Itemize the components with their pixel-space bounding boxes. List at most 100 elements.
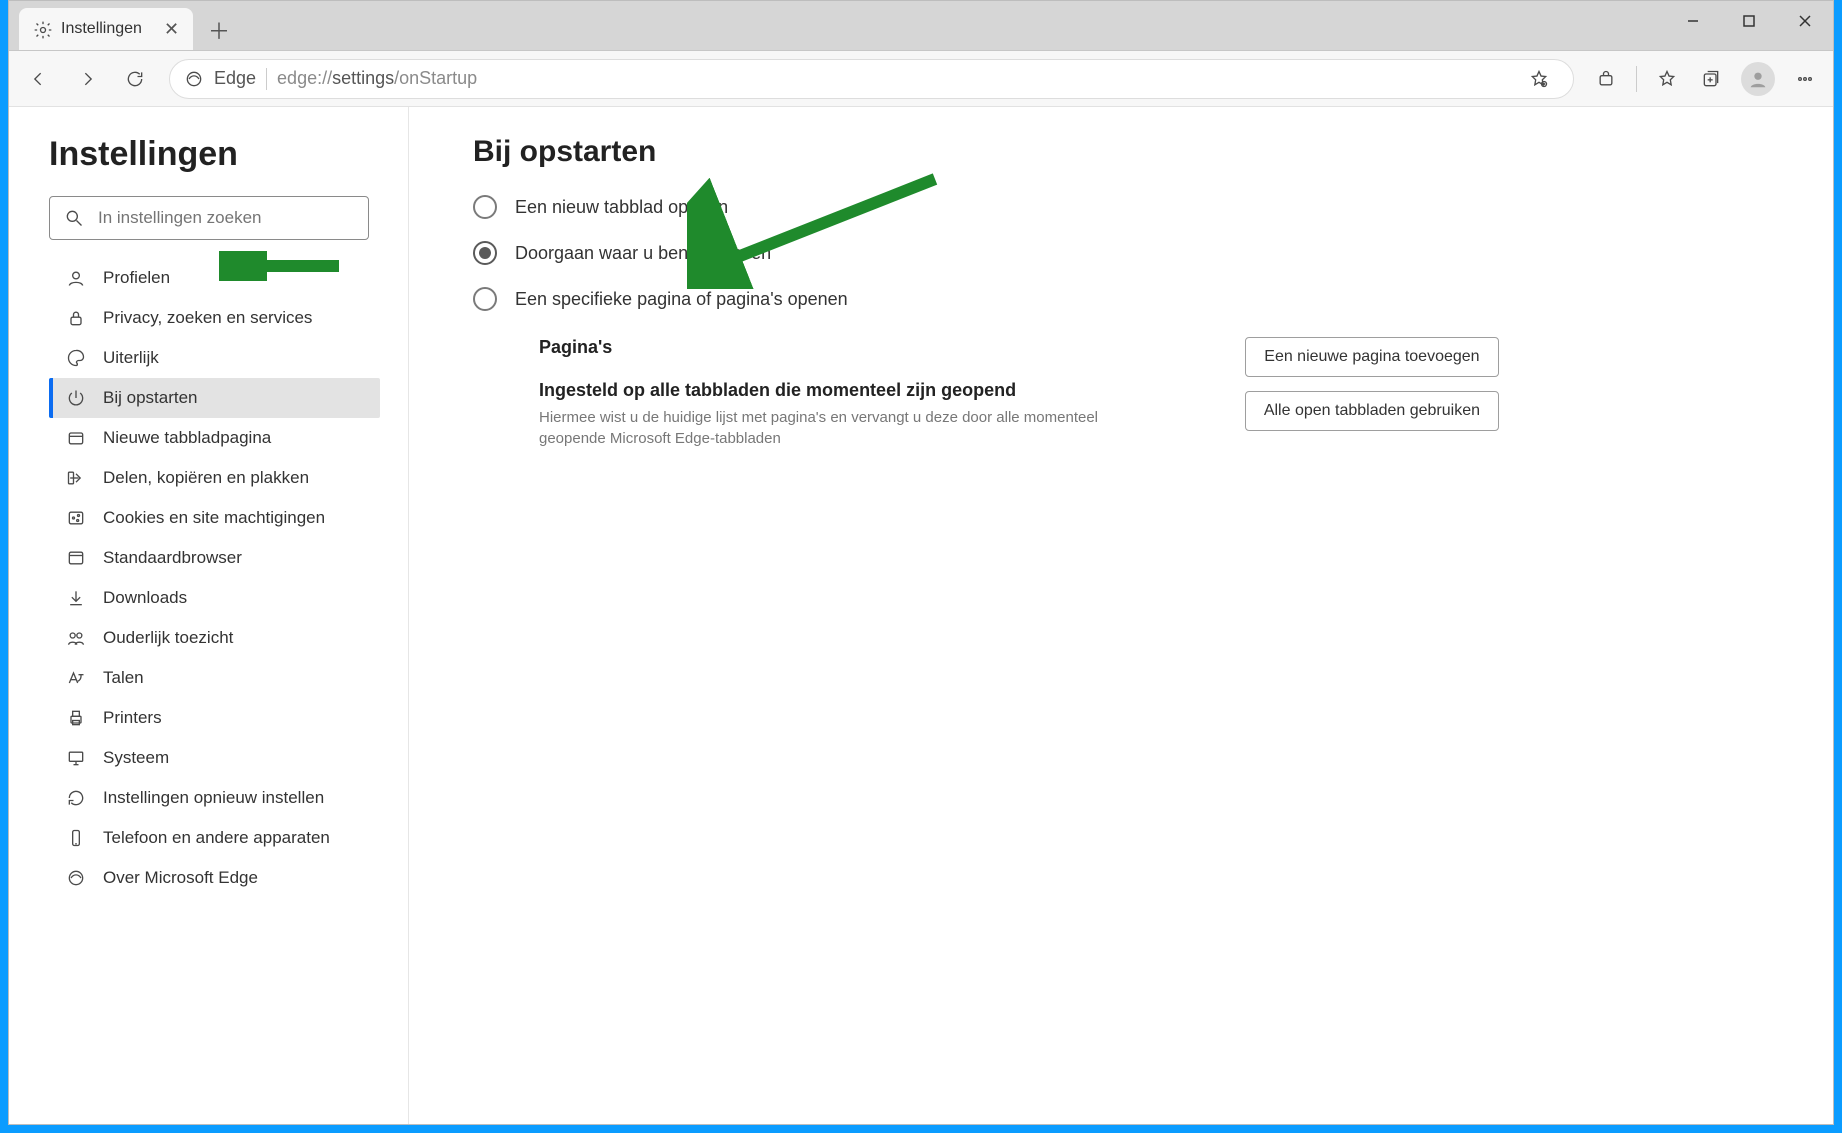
add-favorite-icon[interactable] [1519, 59, 1559, 99]
divider [1636, 66, 1637, 92]
settings-main: Bij opstarten Een nieuw tabblad openen D… [409, 107, 1833, 1124]
palette-icon [65, 347, 87, 369]
nav-item-new-tab[interactable]: Nieuwe tabbladpagina [49, 418, 380, 458]
lock-icon [65, 307, 87, 329]
search-icon [64, 208, 84, 228]
pages-heading: Pagina's [539, 337, 1205, 358]
nav-label: Standaardbrowser [103, 548, 242, 568]
tab-strip: Instellingen ✕ ＋ [9, 1, 1833, 51]
radio-label: Doorgaan waar u bent gebleven [515, 243, 771, 264]
share-icon [65, 467, 87, 489]
nav-item-cookies[interactable]: Cookies en site machtigingen [49, 498, 380, 538]
pages-subsection: Pagina's Ingesteld op alle tabbladen die… [539, 337, 1499, 449]
new-tab-button[interactable]: ＋ [199, 10, 239, 50]
power-icon [65, 387, 87, 409]
settings-sidebar: Instellingen Profielen Privacy, zoeken e… [9, 107, 409, 1124]
window-minimize-button[interactable] [1665, 1, 1721, 41]
divider [266, 68, 267, 90]
nav-label: Uiterlijk [103, 348, 159, 368]
tab-icon [65, 427, 87, 449]
nav-item-privacy[interactable]: Privacy, zoeken en services [49, 298, 380, 338]
address-bar[interactable]: Edge edge://settings/onStartup [169, 59, 1574, 99]
system-icon [65, 747, 87, 769]
nav-label: Bij opstarten [103, 388, 198, 408]
profile-avatar[interactable] [1741, 62, 1775, 96]
radio-icon [473, 195, 497, 219]
window-controls [1665, 1, 1833, 41]
all-tabs-title: Ingesteld op alle tabbladen die momentee… [539, 380, 1205, 401]
add-page-button[interactable]: Een nieuwe pagina toevoegen [1245, 337, 1499, 377]
nav-label: Ouderlijk toezicht [103, 628, 233, 648]
nav-label: Privacy, zoeken en services [103, 308, 312, 328]
radio-icon [473, 241, 497, 265]
radio-new-tab[interactable]: Een nieuw tabblad openen [473, 195, 1805, 219]
nav-label: Profielen [103, 268, 170, 288]
page-title: Bij opstarten [473, 135, 1805, 169]
nav-label: Instellingen opnieuw instellen [103, 788, 324, 808]
page-content: Instellingen Profielen Privacy, zoeken e… [9, 107, 1833, 1124]
gear-icon [33, 20, 51, 38]
sidebar-heading: Instellingen [49, 135, 380, 174]
radio-icon [473, 287, 497, 311]
tab-title: Instellingen [61, 20, 142, 38]
nav-item-about[interactable]: Over Microsoft Edge [49, 858, 380, 898]
all-tabs-desc: Hiermee wist u de huidige lijst met pagi… [539, 407, 1099, 449]
phone-icon [65, 827, 87, 849]
nav-item-default-browser[interactable]: Standaardbrowser [49, 538, 380, 578]
nav-item-system[interactable]: Systeem [49, 738, 380, 778]
window-close-button[interactable] [1777, 1, 1833, 41]
address-url: edge://settings/onStartup [277, 68, 477, 89]
nav-item-profiles[interactable]: Profielen [49, 258, 380, 298]
nav-item-downloads[interactable]: Downloads [49, 578, 380, 618]
cookies-icon [65, 507, 87, 529]
settings-search[interactable] [49, 196, 369, 240]
nav-label: Nieuwe tabbladpagina [103, 428, 271, 448]
nav-item-on-startup[interactable]: Bij opstarten [49, 378, 380, 418]
browser-icon [65, 547, 87, 569]
startup-options: Een nieuw tabblad openen Doorgaan waar u… [473, 195, 1805, 311]
nav-item-family[interactable]: Ouderlijk toezicht [49, 618, 380, 658]
edge-icon [65, 867, 87, 889]
settings-search-input[interactable] [98, 208, 354, 228]
nav-forward-button[interactable] [65, 57, 109, 101]
nav-item-phone[interactable]: Telefoon en andere apparaten [49, 818, 380, 858]
tab-settings[interactable]: Instellingen ✕ [19, 8, 193, 50]
edge-logo-icon [184, 69, 204, 89]
nav-label: Printers [103, 708, 162, 728]
nav-label: Systeem [103, 748, 169, 768]
collections-icon[interactable] [1691, 59, 1731, 99]
radio-specific-pages[interactable]: Een specifieke pagina of pagina's openen [473, 287, 1805, 311]
toolbar: Edge edge://settings/onStartup [9, 51, 1833, 107]
nav-label: Cookies en site machtigingen [103, 508, 325, 528]
download-icon [65, 587, 87, 609]
nav-label: Talen [103, 668, 144, 688]
nav-item-printers[interactable]: Printers [49, 698, 380, 738]
profile-icon [65, 267, 87, 289]
nav-item-languages[interactable]: Talen [49, 658, 380, 698]
nav-label: Delen, kopiëren en plakken [103, 468, 309, 488]
radio-label: Een specifieke pagina of pagina's openen [515, 289, 848, 310]
nav-item-appearance[interactable]: Uiterlijk [49, 338, 380, 378]
nav-item-share[interactable]: Delen, kopiëren en plakken [49, 458, 380, 498]
extensions-icon[interactable] [1586, 59, 1626, 99]
nav-refresh-button[interactable] [113, 57, 157, 101]
nav-label: Downloads [103, 588, 187, 608]
nav-label: Telefoon en andere apparaten [103, 828, 330, 848]
reset-icon [65, 787, 87, 809]
settings-nav: Profielen Privacy, zoeken en services Ui… [49, 258, 380, 898]
radio-label: Een nieuw tabblad openen [515, 197, 728, 218]
language-icon [65, 667, 87, 689]
tab-close-icon[interactable]: ✕ [164, 19, 179, 40]
nav-back-button[interactable] [17, 57, 61, 101]
settings-more-icon[interactable] [1785, 59, 1825, 99]
window-maximize-button[interactable] [1721, 1, 1777, 41]
printer-icon [65, 707, 87, 729]
radio-continue[interactable]: Doorgaan waar u bent gebleven [473, 241, 1805, 265]
favorites-icon[interactable] [1647, 59, 1687, 99]
browser-window: Instellingen ✕ ＋ [8, 0, 1834, 1125]
nav-item-reset[interactable]: Instellingen opnieuw instellen [49, 778, 380, 818]
family-icon [65, 627, 87, 649]
use-open-tabs-button[interactable]: Alle open tabbladen gebruiken [1245, 391, 1499, 431]
address-source-label: Edge [214, 68, 256, 89]
nav-label: Over Microsoft Edge [103, 868, 258, 888]
